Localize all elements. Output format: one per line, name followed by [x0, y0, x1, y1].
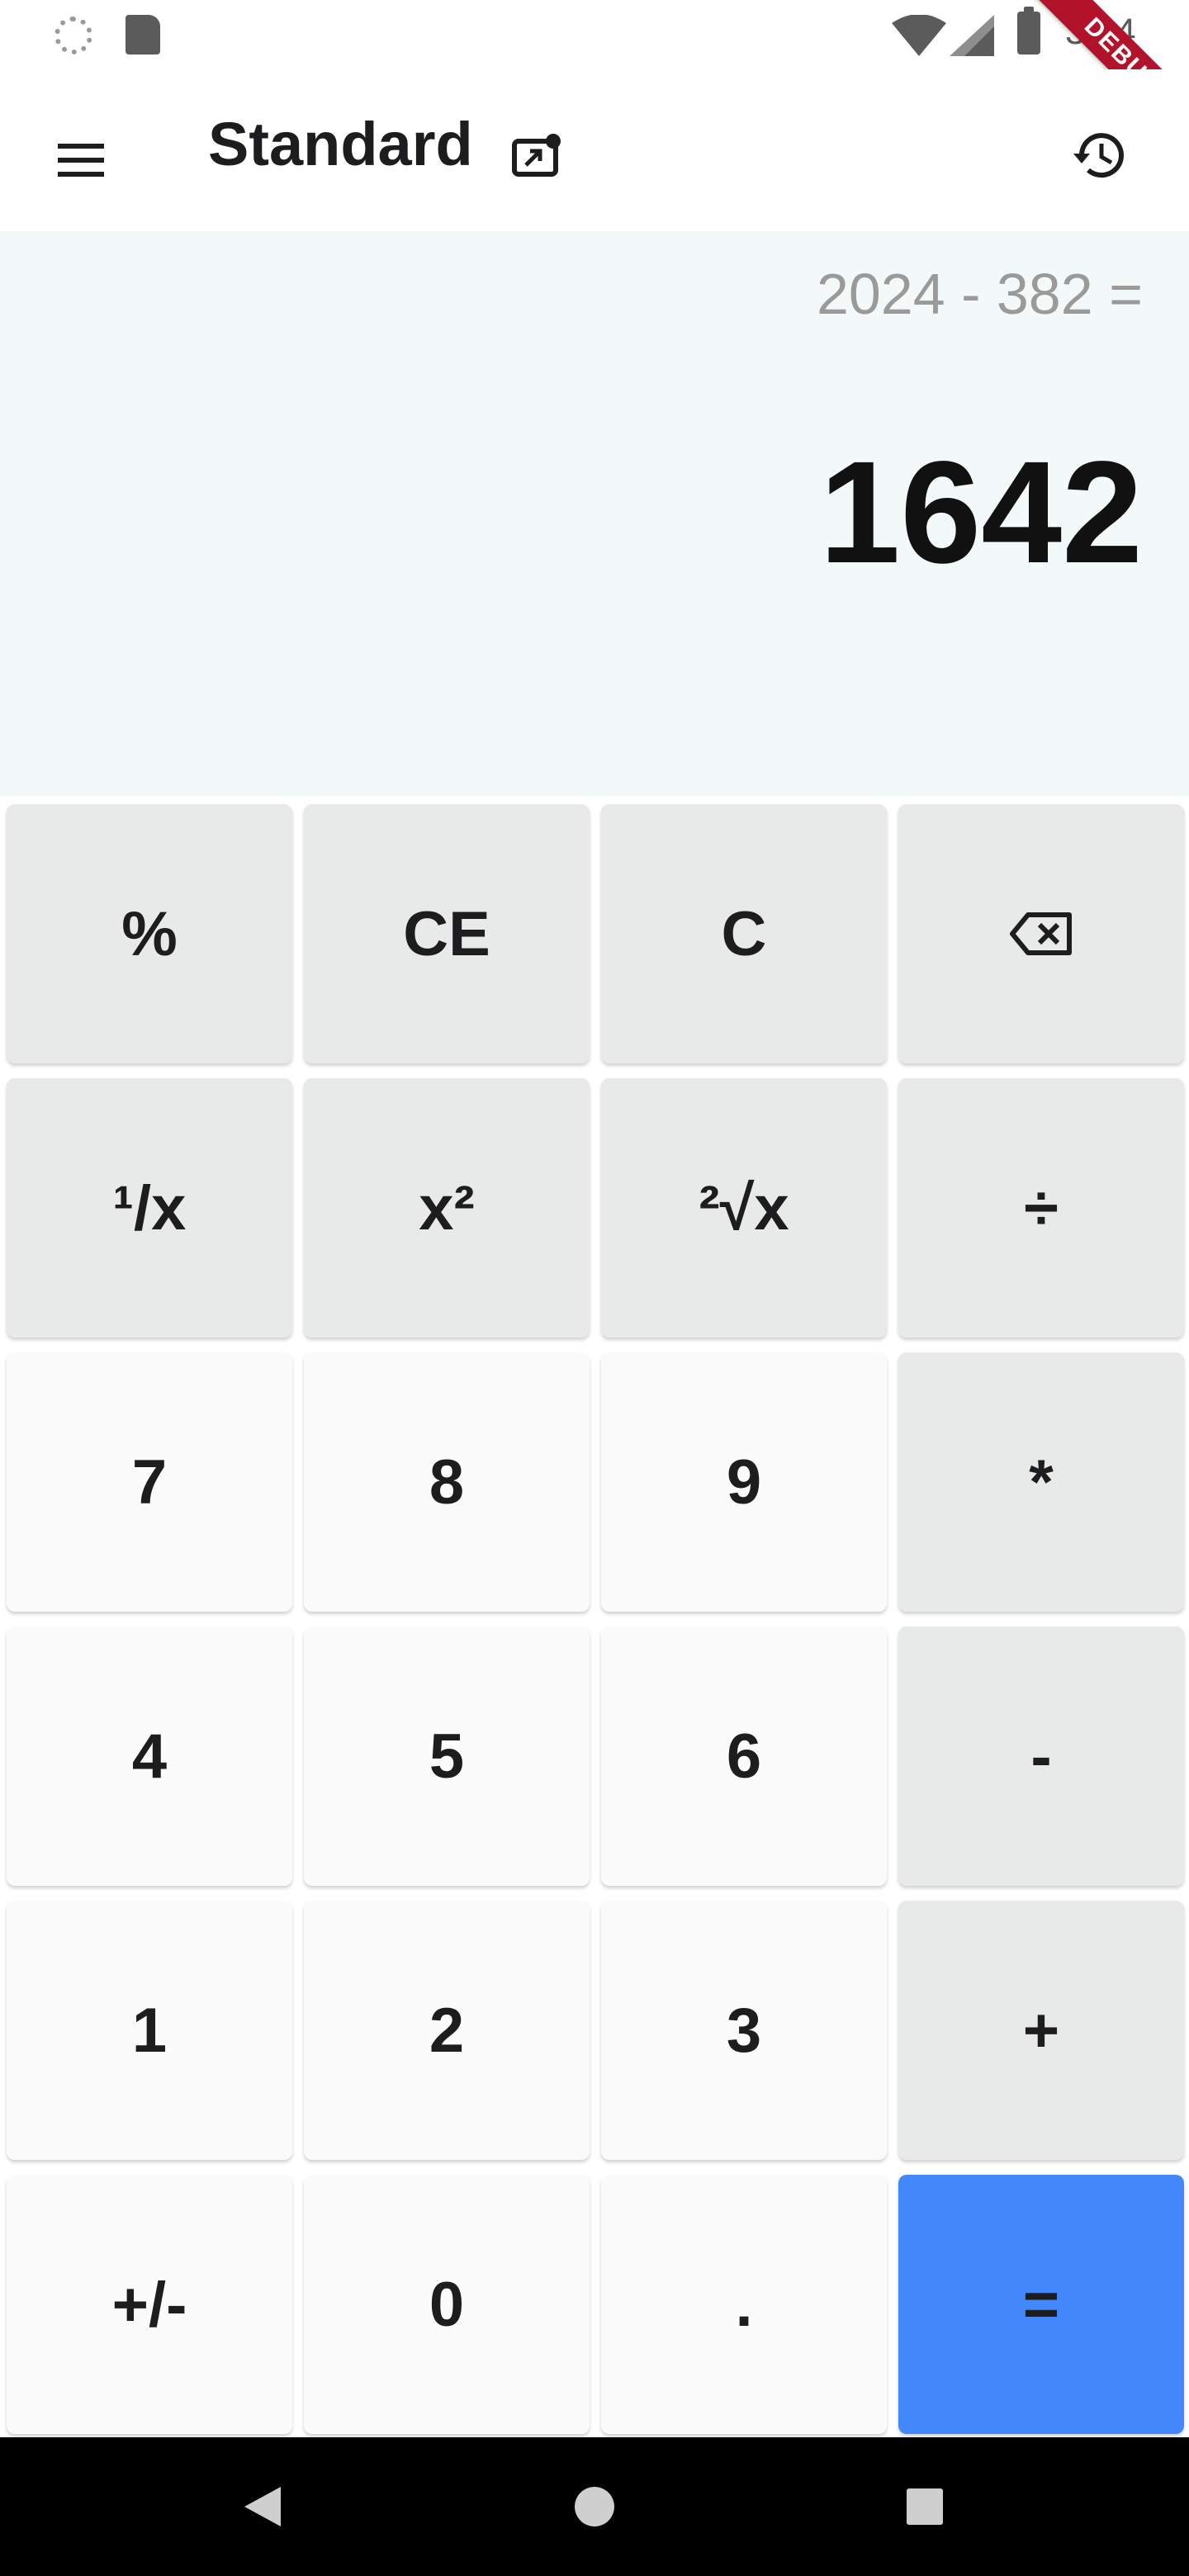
divide-button[interactable]: ÷ — [898, 1078, 1184, 1338]
calculator-display: 2024 - 382 = 1642 — [0, 231, 1189, 796]
sync-icon — [54, 17, 92, 54]
picture-in-picture-icon[interactable] — [505, 124, 568, 187]
digit-0-button[interactable]: 0 — [304, 2175, 590, 2434]
back-icon[interactable] — [244, 2487, 281, 2526]
page-title: Standard — [208, 110, 473, 178]
backspace-icon — [1010, 912, 1072, 955]
reciprocal-button[interactable]: ¹/x — [7, 1078, 292, 1338]
signal-icon — [950, 15, 994, 56]
wifi-icon — [892, 15, 946, 56]
navigation-bar — [0, 2437, 1189, 2576]
equals-button[interactable]: = — [898, 2175, 1184, 2434]
multiply-button[interactable]: * — [898, 1352, 1184, 1612]
add-button[interactable]: + — [898, 1901, 1184, 2160]
home-icon[interactable] — [575, 2487, 614, 2526]
menu-icon[interactable] — [50, 129, 112, 192]
digit-3-button[interactable]: 3 — [601, 1901, 887, 2160]
digit-1-button[interactable]: 1 — [7, 1901, 292, 2160]
digit-5-button[interactable]: 5 — [304, 1627, 590, 1886]
clear-entry-button[interactable]: CE — [304, 804, 590, 1063]
battery-icon — [1017, 7, 1040, 54]
square-button[interactable]: x² — [304, 1078, 590, 1338]
backspace-button[interactable] — [898, 804, 1184, 1063]
app-bar: Standard — [0, 69, 1189, 231]
sd-card-icon — [126, 15, 160, 54]
digit-6-button[interactable]: 6 — [601, 1627, 887, 1886]
digit-8-button[interactable]: 8 — [304, 1352, 590, 1612]
result-text: 1642 — [819, 432, 1143, 594]
expression-text: 2024 - 382 = — [816, 262, 1143, 326]
digit-4-button[interactable]: 4 — [7, 1627, 292, 1886]
digit-2-button[interactable]: 2 — [304, 1901, 590, 2160]
recents-icon[interactable] — [907, 2488, 943, 2525]
square-root-button[interactable]: ²√x — [601, 1078, 887, 1338]
digit-7-button[interactable]: 7 — [7, 1352, 292, 1612]
clear-button[interactable]: C — [601, 804, 887, 1063]
digit-9-button[interactable]: 9 — [601, 1352, 887, 1612]
status-bar: 3:14 — [0, 0, 1189, 69]
history-icon[interactable] — [1065, 122, 1131, 188]
keypad: % CE C ¹/x x² ²√x ÷ 7 8 9 * 4 5 6- 1 2 3 + +/- 0. = — [0, 796, 1189, 2447]
percent-button[interactable]: % — [7, 804, 292, 1063]
negate-button[interactable]: +/- — [7, 2175, 292, 2434]
subtract-button[interactable]: - — [898, 1627, 1184, 1886]
decimal-button[interactable]: . — [601, 2175, 887, 2434]
